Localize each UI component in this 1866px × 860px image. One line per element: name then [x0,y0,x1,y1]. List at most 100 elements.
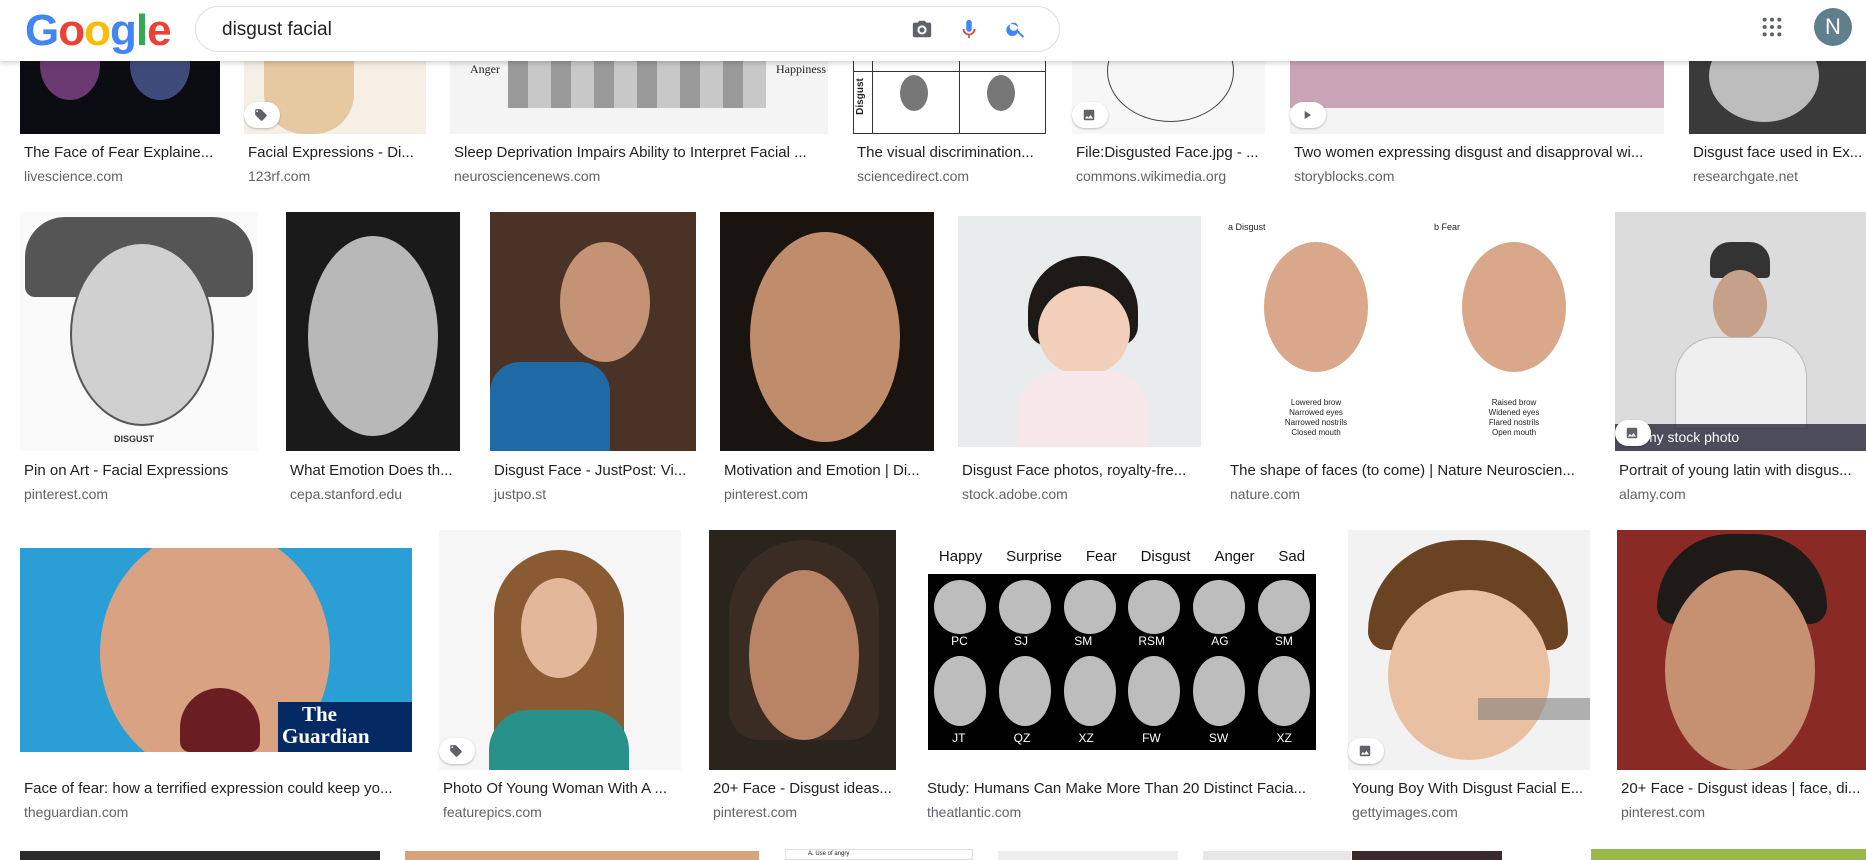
result-thumbnail[interactable] [1348,530,1590,770]
result-title[interactable]: Photo Of Young Woman With A ... [443,780,681,798]
result-source[interactable]: livescience.com [24,168,123,184]
image-result[interactable]: Disgust Face photos, royalty-fre... stoc… [958,216,1201,507]
result-title[interactable]: Portrait of young latin with disgus... [1619,462,1866,480]
result-source[interactable]: researchgate.net [1693,168,1798,184]
result-title[interactable]: Sleep Deprivation Impairs Ability to Int… [454,144,828,162]
result-title[interactable]: 20+ Face - Disgust ideas | face, di... [1621,780,1866,798]
result-thumbnail[interactable] [1617,530,1866,770]
result-thumbnail[interactable] [1689,60,1866,134]
image-result[interactable]: Disgust Face - JustPost: Vi... justpo.st [490,212,696,507]
result-thumbnail[interactable] [958,216,1201,447]
result-title[interactable]: File:Disgusted Face.jpg - ... [1076,144,1265,162]
face-shape [749,570,859,740]
result-source[interactable]: alamy.com [1619,486,1686,502]
result-thumbnail[interactable] [1352,851,1502,860]
search-input[interactable] [220,16,864,44]
result-source[interactable]: 123rf.com [248,168,310,184]
result-title[interactable]: Disgust face used in Ex... [1693,144,1866,162]
camera-icon[interactable] [911,18,933,40]
result-thumbnail[interactable] [20,60,220,134]
result-source[interactable]: stock.adobe.com [962,486,1068,502]
image-result[interactable]: The Face of Fear Explaine... livescience… [20,60,220,190]
face-label: SJ [1013,634,1028,648]
image-result[interactable]: Anger Happiness Sleep Deprivation Impair… [450,60,828,190]
result-source[interactable]: pinterest.com [1621,804,1705,820]
result-source[interactable]: pinterest.com [713,804,797,820]
face-shape [1665,570,1815,770]
result-title[interactable]: Study: Humans Can Make More Than 20 Dist… [927,780,1320,798]
panel-label: b Fear [1434,222,1461,232]
result-source[interactable]: justpo.st [494,486,546,502]
image-result[interactable]: The Guardian Face of fear: how a terrifi… [20,548,412,828]
image-result[interactable]: File:Disgusted Face.jpg - ... commons.wi… [1072,60,1265,190]
result-thumbnail[interactable]: a Disgust b Fear Lowered brow Narrowed e… [1226,212,1590,451]
result-source[interactable]: pinterest.com [724,486,808,502]
result-thumbnail[interactable] [1290,60,1664,134]
result-title[interactable]: The Face of Fear Explaine... [24,144,219,162]
image-result[interactable]: Happy Surprise Fear Disgust Anger Sad PC… [923,530,1320,828]
result-source[interactable]: theatlantic.com [927,804,1021,820]
image-result[interactable]: Young Boy With Disgust Facial E... getty… [1348,530,1590,828]
result-thumbnail[interactable] [720,212,934,451]
result-thumbnail[interactable] [286,212,460,451]
result-source[interactable]: gettyimages.com [1352,804,1458,820]
result-source[interactable]: sciencedirect.com [857,168,969,184]
result-thumbnail[interactable]: my stock photo [1615,212,1866,451]
result-thumbnail[interactable] [20,851,380,860]
image-badge [1615,420,1651,446]
result-title[interactable]: What Emotion Does th... [290,462,460,480]
image-result[interactable]: my stock photo Portrait of young latin w… [1615,212,1866,507]
image-result[interactable]: Photo Of Young Woman With A ... featurep… [439,530,681,828]
image-result[interactable]: Disgust The visual discrimination... sci… [853,60,1046,190]
result-thumbnail[interactable]: Happy Surprise Fear Disgust Anger Sad PC… [923,530,1320,770]
search-icon[interactable] [1005,18,1027,40]
result-source[interactable]: cepa.stanford.edu [290,486,402,502]
image-result[interactable]: Two women expressing disgust and disappr… [1290,60,1664,190]
result-title[interactable]: Disgust Face photos, royalty-fre... [962,462,1201,480]
result-thumbnail[interactable] [1203,851,1351,860]
face-strip [508,60,766,108]
microphone-icon[interactable] [958,18,980,40]
result-thumbnail[interactable]: Disgust [853,60,1046,134]
result-thumbnail[interactable] [998,851,1178,860]
result-thumbnail[interactable] [1591,849,1866,860]
face-grid: PC SJ SM RSM AG SM JT QZ XZ FW SW XZ [928,574,1316,750]
image-result[interactable]: DISGUST Pin on Art - Facial Expressions … [20,212,258,507]
image-result[interactable]: Motivation and Emotion | Di... pinterest… [720,212,934,507]
image-result[interactable]: Facial Expressions - Di... 123rf.com [244,60,426,190]
result-title[interactable]: Two women expressing disgust and disappr… [1294,144,1664,162]
result-thumbnail[interactable]: DISGUST [20,212,258,451]
result-source[interactable]: pinterest.com [24,486,108,502]
result-title[interactable]: Disgust Face - JustPost: Vi... [494,462,696,480]
image-result[interactable]: What Emotion Does th... cepa.stanford.ed… [286,212,460,507]
google-logo[interactable]: Google [25,9,172,53]
image-result[interactable]: a Disgust b Fear Lowered brow Narrowed e… [1226,212,1590,507]
result-thumbnail[interactable]: Anger Happiness [450,60,828,134]
google-apps-icon[interactable] [1761,16,1783,38]
result-source[interactable]: commons.wikimedia.org [1076,168,1226,184]
result-thumbnail[interactable] [405,851,759,860]
result-title[interactable]: Face of fear: how a terrified expression… [24,780,412,798]
result-title[interactable]: Pin on Art - Facial Expressions [24,462,258,480]
result-source[interactable]: featurepics.com [443,804,542,820]
result-title[interactable]: The visual discrimination... [857,144,1046,162]
result-title[interactable]: Motivation and Emotion | Di... [724,462,934,480]
account-avatar[interactable]: N [1814,8,1852,46]
result-source[interactable]: neurosciencenews.com [454,168,600,184]
result-source[interactable]: storyblocks.com [1294,168,1394,184]
image-result[interactable]: Disgust face used in Ex... researchgate.… [1689,60,1866,190]
result-thumbnail[interactable] [709,530,896,770]
image-result[interactable]: 20+ Face - Disgust ideas | face, di... p… [1617,530,1866,828]
result-thumbnail[interactable]: A. Use of angry [785,849,973,860]
result-thumbnail[interactable]: The Guardian [20,548,412,752]
image-result[interactable]: 20+ Face - Disgust ideas... pinterest.co… [709,530,896,828]
result-title[interactable]: The shape of faces (to come) | Nature Ne… [1230,462,1590,480]
grid-line [854,71,1045,72]
result-title[interactable]: Facial Expressions - Di... [248,144,426,162]
result-source[interactable]: nature.com [1230,486,1300,502]
result-thumbnail[interactable] [490,212,696,451]
result-thumbnail[interactable] [439,530,681,770]
result-title[interactable]: 20+ Face - Disgust ideas... [713,780,896,798]
result-source[interactable]: theguardian.com [24,804,128,820]
result-title[interactable]: Young Boy With Disgust Facial E... [1352,780,1590,798]
